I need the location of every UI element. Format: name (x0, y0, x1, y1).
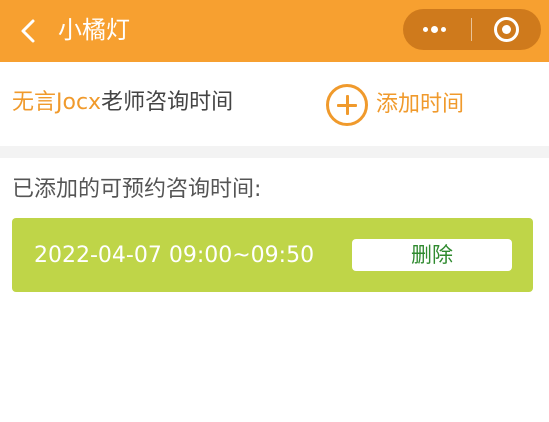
teacher-consult-title: 无言Jocx老师咨询时间 (12, 87, 233, 119)
section-divider (0, 146, 549, 158)
add-time-button[interactable]: 添加时间 (326, 84, 486, 126)
back-button[interactable] (14, 16, 44, 46)
teacher-header: 无言Jocx老师咨询时间 添加时间 (0, 62, 549, 146)
plus-circle-icon (326, 84, 368, 126)
more-dots-icon (423, 27, 428, 32)
teacher-name: 无言Jocx (12, 90, 102, 115)
section-title: 已添加的可预约咨询时间: (12, 177, 262, 202)
more-dot (441, 27, 446, 32)
close-button[interactable] (472, 9, 541, 50)
time-slot-card: 2022-04-07 09:00~09:50 删除 (12, 218, 533, 292)
title-suffix: 老师咨询时间 (101, 90, 234, 115)
mini-program-capsule (403, 9, 541, 50)
more-button[interactable] (403, 9, 471, 50)
add-time-label: 添加时间 (376, 92, 465, 117)
chevron-left-icon (21, 19, 35, 43)
page-title: 小橘灯 (58, 16, 130, 44)
slot-time: 2022-04-07 09:00~09:50 (34, 243, 315, 268)
nav-bar: 小橘灯 (0, 0, 549, 62)
more-dot (431, 26, 438, 33)
delete-button[interactable]: 删除 (352, 239, 512, 271)
target-dot (502, 25, 511, 34)
